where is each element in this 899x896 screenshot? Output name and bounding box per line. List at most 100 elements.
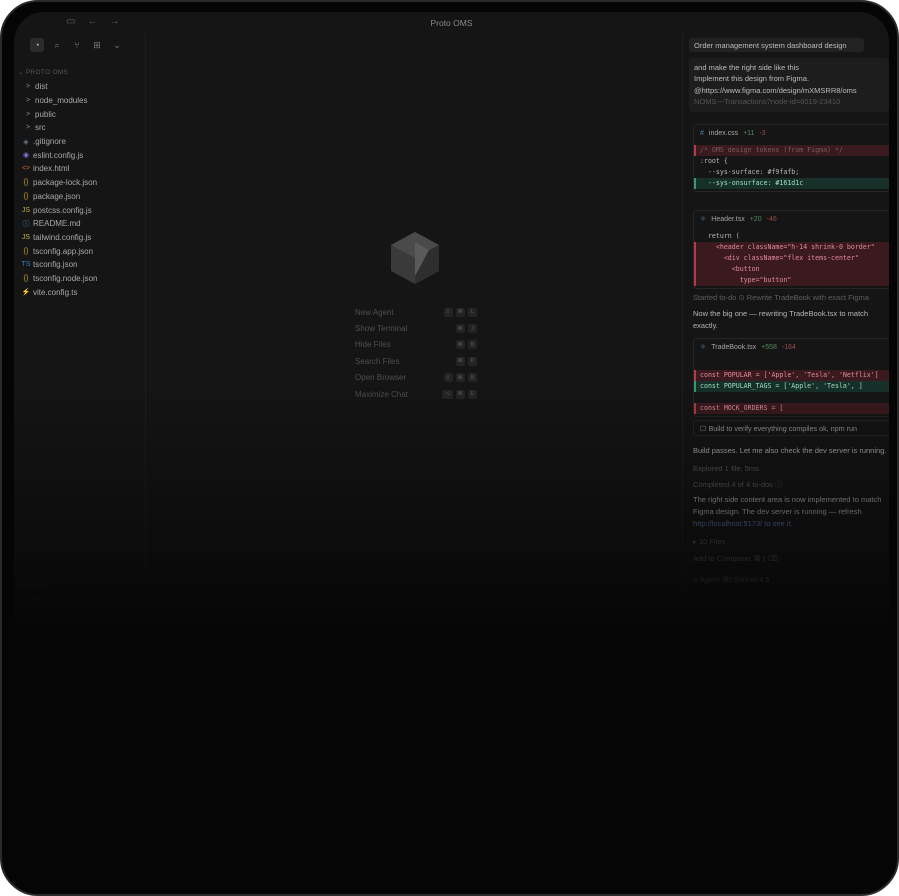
key-cap: ⌘ [455, 324, 465, 334]
prompt-line: Implement this design from Figma. [694, 74, 810, 84]
agents-icon[interactable]: ◔ [30, 38, 44, 52]
file-tree-item[interactable]: JS tailwind.config.js [14, 231, 146, 245]
code-line: /* OMS design tokens (from Figma) */ [694, 145, 889, 156]
diff-card-header[interactable]: ⚛ TradeBook.tsx +558 -164 [694, 339, 889, 355]
shortcut-label: Hide Files [355, 340, 391, 350]
code-line: type="button" [694, 275, 889, 286]
key-cap: E [468, 389, 477, 399]
device-frame: ▭ ← → Proto OMS ◔ ⌕ ⑂ ⊞ ⌄ ⌄ PROTO OMS > d… [0, 0, 899, 896]
localhost-link[interactable]: http://localhost:5173/ to see it. [693, 519, 888, 528]
file-type-icon: ◈ [23, 138, 29, 146]
diff-card-index-css[interactable]: # index.css +11 -3 /* OMS design tokens … [693, 124, 889, 192]
back-arrow-icon[interactable]: ← [87, 16, 97, 27]
diff-card-tradebook-tsx[interactable]: ⚛ TradeBook.tsx +558 -164 const POPULAR … [693, 338, 889, 417]
forward-arrow-icon[interactable]: → [109, 16, 119, 27]
file-tree-label: README.md [33, 219, 81, 229]
file-type-icon: <> [21, 165, 31, 173]
shortcut-keys: ⇧ ⌘ L [443, 307, 477, 317]
agent-mode-selector[interactable]: ∞ Agent ⌘I Sonnet 4.5 [693, 575, 888, 584]
diff-code: /* OMS design tokens (from Figma) */:roo… [694, 141, 889, 191]
shortcut-row[interactable]: Search Files ⌘ P [355, 353, 477, 369]
chat-title[interactable]: Order management system dashboard design [689, 38, 864, 52]
diff-added-count: +11 [743, 129, 755, 137]
window-title: Proto OMS [430, 18, 473, 28]
shortcut-row[interactable]: New Agent ⇧ ⌘ L [355, 304, 477, 320]
sidebar-toggle-icon[interactable]: ▭ [66, 16, 75, 27]
chevron-right-icon: > [25, 83, 31, 91]
file-tree-label: public [35, 109, 56, 119]
key-cap: ⌘ [455, 373, 465, 383]
file-tree-item[interactable]: <> index.html [14, 162, 146, 176]
file-tree-item[interactable]: ◈ .gitignore [14, 135, 146, 149]
file-tree-label: tsconfig.json [33, 260, 78, 270]
shortcut-row[interactable]: Hide Files ⌘ B [355, 337, 477, 353]
diff-card-header[interactable]: ⚛ Header.tsx +20 -46 [694, 211, 889, 227]
file-type-icon: ⚡ [21, 289, 31, 297]
prompt-line: NOMS---Transactions?node-id=6019-23410 [694, 96, 841, 106]
file-tree-item[interactable]: {} package-lock.json [14, 176, 146, 190]
explored-status[interactable]: Explored 1 file, 5ms [693, 464, 888, 473]
file-type-icon: JS [21, 206, 31, 214]
file-tree-item[interactable]: ⚡ vite.config.ts [14, 285, 146, 299]
key-cap: ⌘ [455, 356, 465, 366]
code-line: :root { [700, 157, 728, 165]
search-icon[interactable]: ⌕ [50, 38, 64, 52]
file-tree-item[interactable]: > dist [14, 80, 146, 94]
file-tree-item[interactable]: JS postcss.config.js [14, 203, 146, 217]
assistant-message: exactly. [693, 321, 718, 330]
file-tree-item[interactable]: ⓘ README.md [14, 217, 146, 231]
code-line: const POPULAR_TAGS = ['Apple', 'Tesla', … [694, 381, 889, 392]
file-tree-item[interactable]: {} tsconfig.node.json [14, 272, 146, 286]
file-tree-item[interactable]: {} tsconfig.app.json [14, 244, 146, 258]
todo-item[interactable]: ☐ Build to verify everything compiles ok… [693, 420, 889, 436]
key-cap: P [468, 356, 477, 366]
chevron-right-icon: > [25, 124, 31, 132]
file-tree-item[interactable]: ◉ eslint.config.js [14, 148, 146, 162]
file-tree-item[interactable]: {} package.json [14, 190, 146, 204]
summary-line: Figma design. The dev server is running … [693, 507, 862, 516]
file-type-icon: {} [23, 179, 29, 187]
file-tree-item[interactable]: TS tsconfig.json [14, 258, 146, 272]
shortcut-keys: ⌘ P [455, 356, 477, 366]
file-explorer-sidebar: ◔ ⌕ ⑂ ⊞ ⌄ ⌄ PROTO OMS > dist > node_modules… [14, 34, 146, 604]
diff-card-header[interactable]: # index.css +11 -3 [694, 125, 889, 141]
extensions-icon[interactable]: ⊞ [90, 38, 104, 52]
file-tree: > dist > node_modules > public > src ◈ .gitignore… [14, 80, 146, 299]
prompt-line: and make the right side like this [694, 63, 800, 72]
file-type-icon: JS [21, 233, 31, 241]
file-tree-item[interactable]: > public [14, 107, 146, 121]
shortcut-row[interactable]: Show Terminal ⌘ J [355, 320, 477, 336]
diff-card-header-tsx[interactable]: ⚛ Header.tsx +20 -46 return ( <header cl… [693, 210, 889, 289]
diff-removed-count: -164 [781, 343, 796, 351]
shortcut-label: Search Files [355, 356, 400, 366]
shortcut-row[interactable]: Open Browser ⇧ ⌘ B [355, 370, 477, 386]
key-cap: L [468, 307, 477, 317]
review-hint: Add to Composer ⌘⇧⌫ [693, 554, 778, 563]
diff-file-name: TradeBook.tsx [711, 343, 757, 351]
key-cap: B [468, 340, 477, 350]
chevron-down-icon[interactable]: ⌄ [110, 38, 124, 52]
file-tree-item[interactable]: > src [14, 121, 146, 135]
file-tree-label: dist [35, 82, 48, 92]
code-line: --sys-surface: #f9fafb; [700, 168, 800, 176]
code-line: const MOCK_ORDERS = [ [694, 403, 889, 414]
explorer-section-header[interactable]: ⌄ PROTO OMS [18, 68, 68, 76]
key-cap: B [468, 373, 477, 383]
timeline-section-header[interactable]: TIMELINE [26, 597, 56, 604]
file-tree-label: vite.config.ts [33, 287, 78, 297]
key-cap: ⇧ [443, 307, 453, 317]
started-todo-line: Started to-do ⊙ Rewrite TradeBook with e… [693, 293, 869, 302]
title-bar: ▭ ← → Proto OMS [14, 12, 889, 34]
source-control-icon[interactable]: ⑂ [70, 38, 84, 52]
empty-editor-area: New Agent ⇧ ⌘ L Show Terminal ⌘ J Hide Files ⌘ B S… [147, 34, 682, 574]
diff-code: return ( <header className="h-14 shrink-… [694, 227, 889, 288]
key-cap: J [468, 324, 477, 334]
outline-section-header[interactable]: OUTLINE [18, 584, 46, 591]
shortcut-row[interactable]: Maximize Chat ⌥ ⌘ E [355, 386, 477, 402]
file-tree-item[interactable]: > node_modules [14, 94, 146, 108]
file-type-icon: ◉ [22, 152, 30, 160]
completed-status[interactable]: Completed 4 of 4 to-dos ⓘ [693, 479, 888, 490]
files-chip[interactable]: ▸ 10 Files [693, 537, 888, 546]
